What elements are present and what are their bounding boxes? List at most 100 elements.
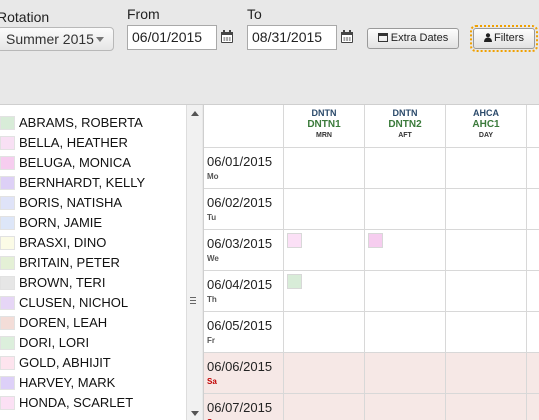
schedule-cell[interactable] bbox=[527, 271, 539, 311]
person-color-swatch bbox=[0, 256, 15, 270]
column-header[interactable]: DNTN DNTN2 AFT bbox=[365, 105, 446, 147]
schedule-cell[interactable] bbox=[527, 312, 539, 352]
schedule-cell[interactable] bbox=[284, 230, 365, 270]
column-shift: DAY bbox=[478, 132, 494, 139]
schedule-cell[interactable] bbox=[527, 148, 539, 188]
person-row[interactable]: BRASXI, DINO bbox=[0, 234, 186, 254]
person-row[interactable]: DORI, LORI bbox=[0, 334, 186, 354]
calendar-icon[interactable] bbox=[221, 30, 233, 43]
schedule-cell[interactable] bbox=[527, 189, 539, 229]
schedule-cell[interactable] bbox=[284, 189, 365, 229]
person-color-swatch bbox=[0, 356, 15, 370]
person-name: HONDA, SCARLET bbox=[19, 395, 134, 410]
scroll-down-icon[interactable] bbox=[191, 411, 199, 416]
schedule-cell[interactable] bbox=[527, 230, 539, 270]
column-header[interactable] bbox=[527, 105, 539, 147]
schedule-cell[interactable] bbox=[365, 271, 446, 311]
vertical-scrollbar[interactable] bbox=[186, 105, 202, 420]
person-row[interactable]: BERNHARDT, KELLY bbox=[0, 174, 186, 194]
column-code: DNTN1 bbox=[307, 119, 341, 130]
filters-button[interactable]: Filters bbox=[470, 25, 538, 52]
date-label: 06/07/2015 bbox=[207, 400, 273, 415]
schedule-cell[interactable] bbox=[527, 394, 539, 420]
person-row[interactable]: BELUGA, MONICA bbox=[0, 154, 186, 174]
assignment-chip[interactable] bbox=[368, 233, 383, 248]
to-label: To bbox=[247, 6, 262, 22]
schedule-cell[interactable] bbox=[365, 312, 446, 352]
schedule-cell[interactable] bbox=[446, 353, 527, 393]
person-color-swatch bbox=[0, 316, 15, 330]
person-row[interactable]: HARVEY, MARK bbox=[0, 374, 186, 394]
person-color-swatch bbox=[0, 116, 15, 130]
person-color-swatch bbox=[0, 136, 15, 150]
person-name: DOREN, LEAH bbox=[19, 315, 108, 330]
assignment-chip[interactable] bbox=[287, 233, 302, 248]
person-row[interactable]: BORIS, NATISHA bbox=[0, 194, 186, 214]
schedule-cell[interactable] bbox=[365, 189, 446, 229]
resize-handle-icon[interactable] bbox=[189, 296, 197, 306]
person-row[interactable]: BRITAIN, PETER bbox=[0, 254, 186, 274]
assignment-chip[interactable] bbox=[287, 274, 302, 289]
from-date-input[interactable]: 06/01/2015 bbox=[127, 25, 217, 50]
date-row: 06/04/2015 Th bbox=[204, 270, 539, 311]
date-cell: 06/07/2015Su bbox=[204, 394, 284, 420]
calendar-icon[interactable] bbox=[341, 30, 353, 43]
column-code: AHC1 bbox=[472, 119, 500, 130]
extra-dates-button[interactable]: Extra Dates bbox=[367, 28, 459, 49]
column-shift: MRN bbox=[316, 132, 332, 139]
rotation-select[interactable]: Summer 2015 bbox=[0, 27, 114, 51]
column-site: DNTN bbox=[311, 108, 337, 118]
schedule-cell[interactable] bbox=[365, 230, 446, 270]
schedule-grid: DNTN DNTN1 MRN DNTN DNTN2 AFT AHCA AHC1 DAY 06/01… bbox=[203, 105, 539, 420]
schedule-cell[interactable] bbox=[365, 148, 446, 188]
schedule-cell[interactable] bbox=[284, 394, 365, 420]
filters-label: Filters bbox=[494, 32, 524, 44]
date-cell: 06/05/2015 Fr bbox=[204, 312, 284, 352]
schedule-cell[interactable] bbox=[365, 353, 446, 393]
date-row: 06/01/2015 Mo bbox=[204, 147, 539, 188]
schedule-cell[interactable] bbox=[446, 394, 527, 420]
person-list[interactable]: ABRAMS, ROBERTA BELLA, HEATHER BELUGA, MON… bbox=[0, 105, 186, 420]
person-row[interactable]: BROWN, TERI bbox=[0, 274, 186, 294]
weekday-label: We bbox=[207, 254, 219, 263]
person-row[interactable]: ABRAMS, ROBERTA bbox=[0, 114, 186, 134]
date-label: 06/04/2015 bbox=[207, 277, 273, 292]
schedule-cell[interactable] bbox=[284, 353, 365, 393]
schedule-cell[interactable] bbox=[284, 271, 365, 311]
scroll-up-icon[interactable] bbox=[191, 111, 199, 116]
person-color-swatch bbox=[0, 336, 15, 350]
person-name: GOLD, ABHIJIT bbox=[19, 355, 111, 370]
to-date-input[interactable]: 08/31/2015 bbox=[247, 25, 337, 50]
person-name: ABRAMS, ROBERTA bbox=[19, 115, 143, 130]
date-label: 06/02/2015 bbox=[207, 195, 273, 210]
schedule-cell[interactable] bbox=[284, 312, 365, 352]
extra-dates-label: Extra Dates bbox=[390, 32, 449, 44]
person-row[interactable]: GOLD, ABHIJIT bbox=[0, 354, 186, 374]
person-row[interactable]: DOREN, LEAH bbox=[0, 314, 186, 334]
schedule-cell[interactable] bbox=[446, 189, 527, 229]
date-row: 06/03/2015 We bbox=[204, 229, 539, 270]
date-row: 06/02/2015 Tu bbox=[204, 188, 539, 229]
date-label: 06/01/2015 bbox=[207, 154, 273, 169]
person-row[interactable]: HONDA, SCARLET bbox=[0, 394, 186, 414]
schedule-cell[interactable] bbox=[284, 148, 365, 188]
schedule-cell[interactable] bbox=[527, 353, 539, 393]
schedule-cell[interactable] bbox=[446, 230, 527, 270]
schedule-cell[interactable] bbox=[365, 394, 446, 420]
column-header[interactable]: AHCA AHC1 DAY bbox=[446, 105, 527, 147]
person-row[interactable]: BELLA, HEATHER bbox=[0, 134, 186, 154]
rotation-label: Rotation bbox=[0, 9, 50, 25]
date-row: 06/07/2015Su bbox=[204, 393, 539, 420]
schedule-cell[interactable] bbox=[446, 271, 527, 311]
person-name: BRASXI, DINO bbox=[19, 235, 107, 250]
person-name: CLUSEN, NICHOL bbox=[19, 295, 129, 310]
schedule-cell[interactable] bbox=[446, 148, 527, 188]
weekday-label: Fr bbox=[207, 336, 215, 345]
from-label: From bbox=[127, 6, 160, 22]
chevron-down-icon bbox=[96, 37, 104, 42]
person-color-swatch bbox=[0, 216, 15, 230]
person-row[interactable]: BORN, JAMIE bbox=[0, 214, 186, 234]
column-header[interactable]: DNTN DNTN1 MRN bbox=[284, 105, 365, 147]
person-row[interactable]: CLUSEN, NICHOL bbox=[0, 294, 186, 314]
schedule-cell[interactable] bbox=[446, 312, 527, 352]
